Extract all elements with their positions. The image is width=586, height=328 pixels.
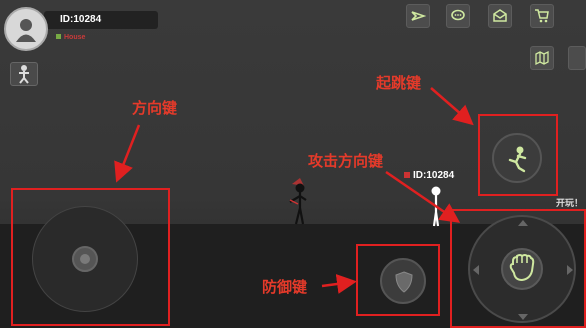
game-scene: ID:10284 House ID:10284 开玩！ 方向键 起跳键 攻击方向… [0,0,586,328]
direction-key-label: 方向键 [132,99,178,117]
jump-arrow [430,87,474,126]
defend-arrow [321,274,357,294]
defend-key-label: 防御键 [262,278,308,296]
direction-arrow [114,124,141,183]
attack-direction-arrow [385,170,461,223]
jump-key-label: 起跳键 [376,74,422,92]
attack-direction-key-label: 攻击方向键 [308,152,384,170]
